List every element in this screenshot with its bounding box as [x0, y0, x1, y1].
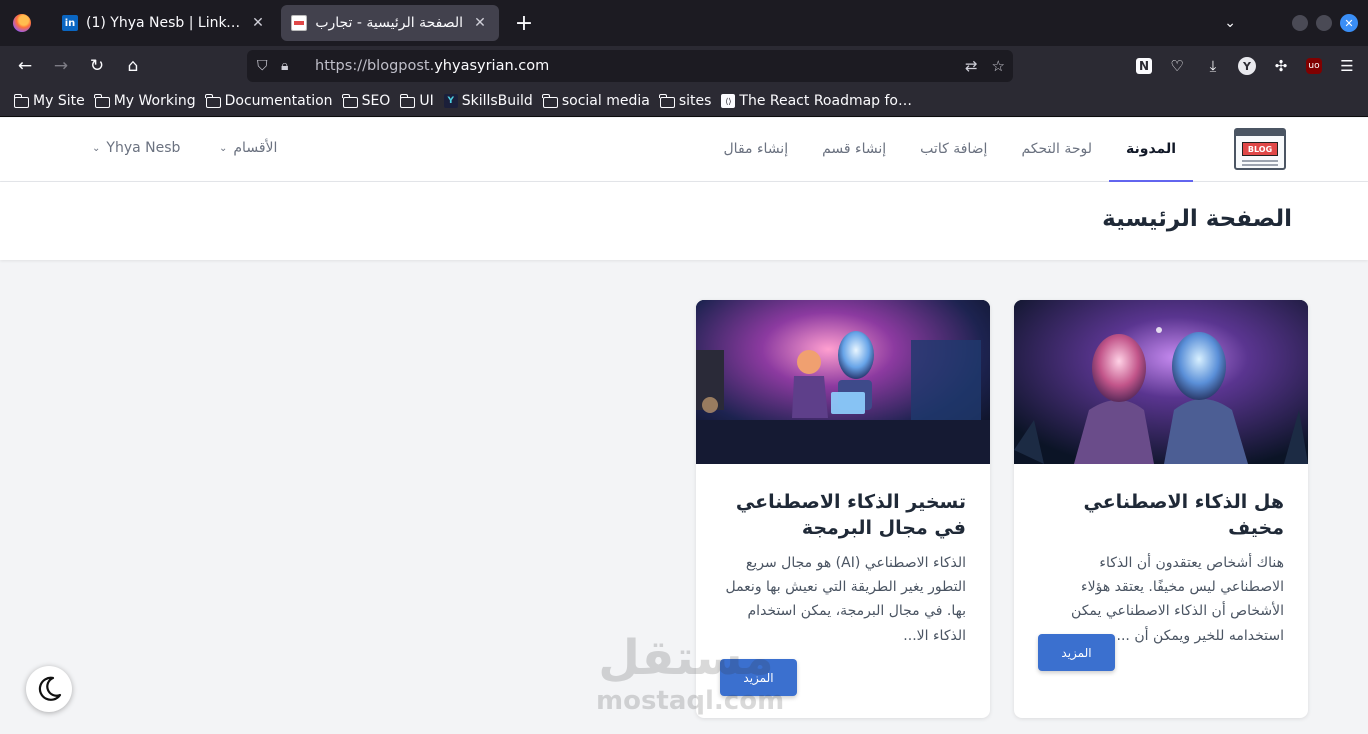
bookmark-ui[interactable]: UI — [396, 93, 439, 109]
shield-icon[interactable]: ⛉ — [257, 58, 281, 74]
post-title[interactable]: تسخير الذكاء الاصطناعي في مجال البرمجة — [720, 490, 966, 541]
chevron-down-icon: ⌄ — [219, 142, 228, 154]
downloads-icon[interactable]: ⤓ — [1202, 55, 1224, 77]
blog-logo[interactable]: BLOG — [1234, 128, 1286, 170]
bookmark-seo[interactable]: SEO — [339, 93, 397, 109]
mostaql-watermark: مستقل mostaql.com — [596, 630, 785, 716]
tab-title: الصفحة الرئيسية - تجارب — [315, 15, 463, 31]
roadmap-icon: ⟨⟩ — [721, 94, 736, 108]
folder-icon — [13, 93, 29, 108]
ublock-icon[interactable]: uo — [1306, 58, 1322, 74]
chevron-down-icon: ⌄ — [92, 142, 101, 154]
lock-icon[interactable]: 🔒︎ — [281, 58, 305, 74]
nav-add-writer[interactable]: إضافة كاتب — [903, 118, 1004, 182]
nav-create-article[interactable]: إنشاء مقال — [707, 118, 806, 182]
linkedin-icon: in — [62, 15, 78, 31]
pocket-icon[interactable]: ♡ — [1166, 55, 1188, 77]
post-image[interactable] — [696, 300, 990, 464]
minimize-button[interactable] — [1292, 15, 1308, 31]
browser-tab-bar: in (1) Yhya Nesb | LinkedIn ✕ الصفحة الر… — [0, 0, 1368, 46]
url-text[interactable]: https://blogpost.yhyasyrian.com — [315, 58, 549, 74]
user-name: Yhya Nesb — [106, 140, 181, 156]
user-dropdown[interactable]: ⌄ Yhya Nesb — [92, 140, 180, 156]
close-tab-icon[interactable]: ✕ — [471, 15, 489, 31]
tab-linkedin[interactable]: in (1) Yhya Nesb | LinkedIn ✕ — [52, 5, 277, 41]
yoast-extension-icon[interactable]: Y — [1238, 57, 1256, 75]
folder-icon — [94, 93, 110, 108]
bookmark-sites[interactable]: sites — [656, 93, 718, 109]
list-tabs-chevron-icon[interactable]: ⌄ — [1224, 15, 1236, 31]
firefox-menu-icon[interactable] — [0, 0, 44, 46]
dark-mode-toggle[interactable] — [26, 666, 72, 712]
read-more-button[interactable]: المزيد — [1038, 634, 1115, 671]
bookmark-my-working[interactable]: My Working — [91, 93, 202, 109]
post-card: هل الذكاء الاصطناعي مخيف هناك أشخاص يعتق… — [1014, 300, 1308, 718]
new-tab-button[interactable]: + — [507, 11, 541, 36]
bookmark-skillsbuild[interactable]: Y SkillsBuild — [440, 93, 539, 109]
url-bar[interactable]: ⛉ 🔒︎ https://blogpost.yhyasyrian.com ⇄ ☆ — [247, 50, 1013, 82]
nav-blog[interactable]: المدونة — [1109, 118, 1193, 182]
bookmark-my-site[interactable]: My Site — [10, 93, 91, 109]
post-image[interactable] — [1014, 300, 1308, 464]
bookmark-social-media[interactable]: social media — [539, 93, 656, 109]
nav-create-section[interactable]: إنشاء قسم — [805, 118, 903, 182]
folder-icon — [205, 93, 221, 108]
close-tab-icon[interactable]: ✕ — [249, 15, 267, 31]
maximize-button[interactable] — [1316, 15, 1332, 31]
sections-dropdown[interactable]: الأقسام ⌄ — [219, 140, 277, 156]
folder-icon — [399, 93, 416, 108]
close-window-button[interactable]: ✕ — [1340, 14, 1358, 32]
page-heading-bar: الصفحة الرئيسية — [0, 182, 1368, 260]
folder-icon — [542, 93, 558, 108]
home-button[interactable]: ⌂ — [115, 50, 151, 82]
sections-label: الأقسام — [233, 140, 278, 156]
nav-dashboard[interactable]: لوحة التحكم — [1004, 118, 1109, 182]
bookmark-documentation[interactable]: Documentation — [202, 93, 339, 109]
site-header: BLOG المدونة لوحة التحكم إضافة كاتب إنشا… — [0, 118, 1368, 182]
tab-blog[interactable]: الصفحة الرئيسية - تجارب ✕ — [281, 5, 499, 41]
moon-icon — [38, 676, 62, 701]
page-title: الصفحة الرئيسية — [1102, 206, 1292, 232]
bookmarks-toolbar: My Site My Working Documentation SEO UI … — [0, 86, 1368, 117]
menu-icon[interactable]: ☰ — [1336, 55, 1358, 77]
main-nav: المدونة لوحة التحكم إضافة كاتب إنشاء قسم… — [707, 118, 1193, 182]
extensions-icon[interactable]: ✣ — [1270, 55, 1292, 77]
back-button[interactable]: ← — [7, 50, 43, 82]
forward-button[interactable]: → — [43, 50, 79, 82]
browser-navigation-bar: ← → ↻ ⌂ ⛉ 🔒︎ https://blogpost.yhyasyrian… — [0, 46, 1368, 86]
folder-icon — [659, 93, 675, 108]
skillsbuild-icon: Y — [443, 94, 458, 108]
bookmark-react-roadmap[interactable]: ⟨⟩ The React Roadmap fo… — [717, 93, 918, 109]
reload-button[interactable]: ↻ — [79, 50, 115, 82]
notion-extension-icon[interactable]: N — [1136, 58, 1152, 74]
tab-title: (1) Yhya Nesb | LinkedIn — [86, 15, 241, 31]
folder-icon — [342, 93, 358, 108]
translate-icon[interactable]: ⇄ — [965, 57, 978, 75]
post-title[interactable]: هل الذكاء الاصطناعي مخيف — [1038, 490, 1284, 541]
bookmark-star-icon[interactable]: ☆ — [992, 57, 1005, 75]
blog-icon — [291, 15, 307, 31]
